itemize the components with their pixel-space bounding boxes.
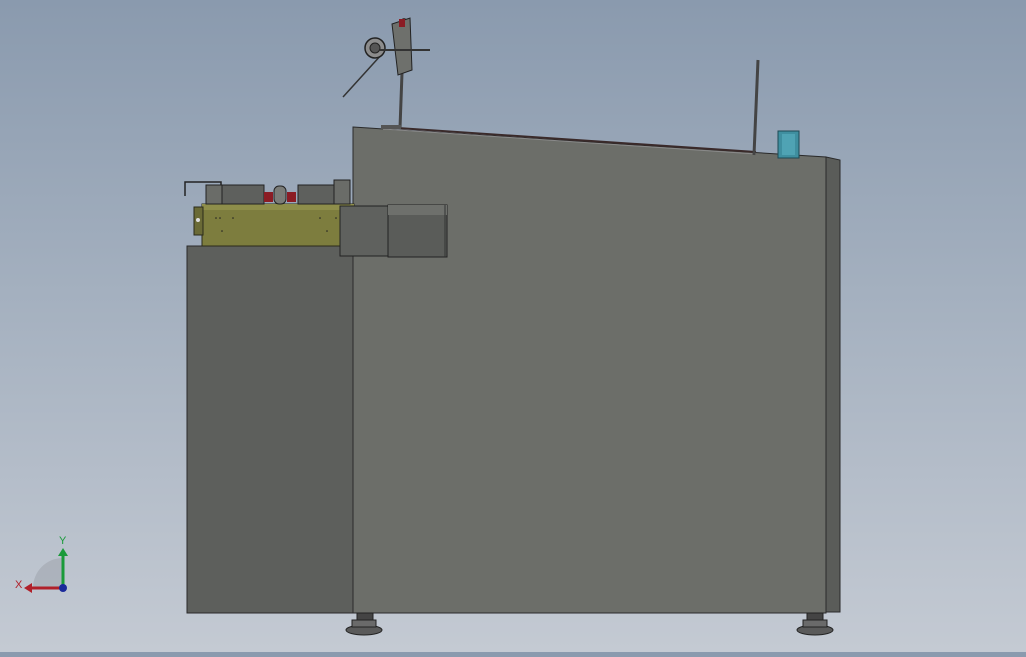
model-canvas[interactable]: X Y xyxy=(0,0,1026,652)
rail-top-fixtures xyxy=(184,179,351,205)
triad-x-label: X xyxy=(15,579,23,591)
right-side-panel[interactable] xyxy=(825,156,841,613)
motor-cylinder-shade xyxy=(388,205,447,215)
rail-bolt xyxy=(196,218,200,222)
left-cabinet[interactable] xyxy=(186,245,354,614)
main-cabinet[interactable] xyxy=(352,126,827,614)
rail-highlight xyxy=(202,204,354,210)
triad-plane xyxy=(33,558,63,588)
right-foot xyxy=(796,612,834,636)
cad-viewport[interactable]: X Y xyxy=(0,0,1026,652)
triad-origin xyxy=(59,584,67,592)
coordinate-triad: X Y xyxy=(15,535,68,593)
rail-body[interactable] xyxy=(201,203,355,247)
motor-bracket xyxy=(339,205,391,257)
triad-x-arrow xyxy=(24,583,32,593)
teal-box-face xyxy=(782,134,795,155)
left-foot xyxy=(345,612,383,636)
triad-y-arrow xyxy=(58,548,68,556)
antenna-rod xyxy=(752,59,760,156)
triad-y-label: Y xyxy=(59,535,67,547)
top-arm-mechanism[interactable] xyxy=(342,17,430,129)
